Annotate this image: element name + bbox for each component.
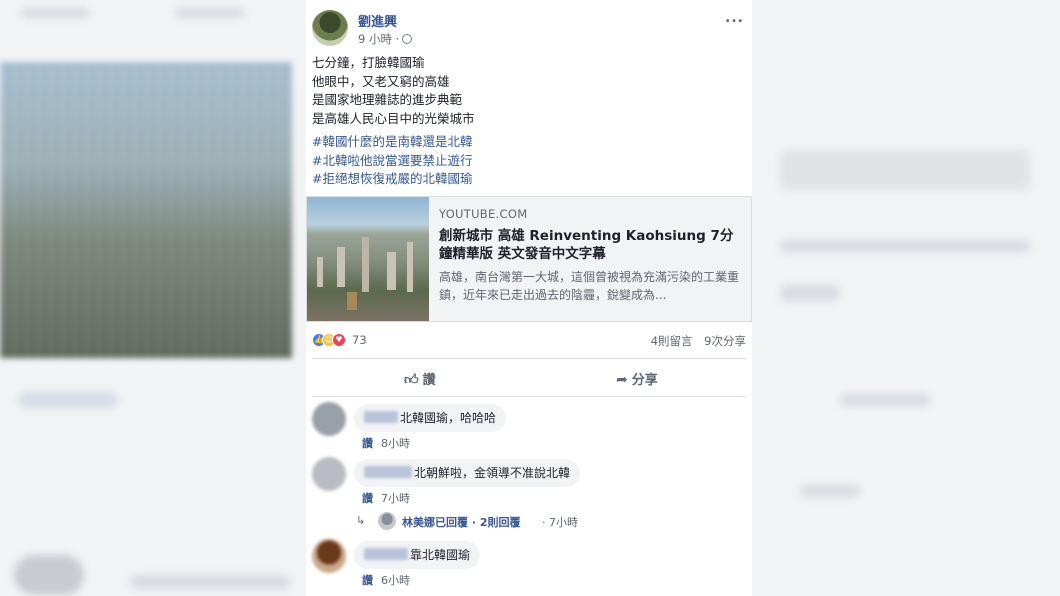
link-body: YOUTUBE.COM 創新城市 高雄 Reinventing Kaohsiun…	[439, 207, 745, 304]
blurred-bar	[20, 8, 90, 18]
comment-meta: 讚 6小時	[362, 572, 410, 588]
comment-bubble: 靠北韓國瑜	[354, 541, 481, 569]
divider	[312, 396, 746, 397]
reactions-bar: 👍 ☺ ♥ 73 4則留言 9次分享	[312, 330, 746, 350]
post-actions: 👍︎ 讚 ➦ 分享	[312, 363, 746, 393]
blurred-text	[840, 394, 930, 406]
commenter-avatar[interactable]	[312, 457, 346, 491]
thumbs-up-icon: 👍︎	[404, 372, 419, 388]
hashtag-link[interactable]: #韓國什麼的是南韓還是北韓	[312, 133, 732, 152]
blurred-text	[780, 240, 1030, 252]
share-count[interactable]: 9次分享	[704, 334, 746, 348]
post-line: 是高雄人民心目中的光榮城市	[312, 110, 475, 126]
comment-text: 北韓國瑜，哈哈哈	[400, 411, 497, 425]
facebook-post-card: 劉進興 9 小時 · ... 七分鐘，打臉韓國瑜 他眼中，又老又窮的高雄 是國家…	[306, 0, 752, 596]
blurred-text	[130, 575, 290, 589]
reply-time: · 7小時	[542, 516, 578, 529]
author-avatar[interactable]	[312, 10, 348, 46]
more-options-icon[interactable]: ...	[725, 10, 744, 26]
reply-summary-text[interactable]: 林美娜已回覆 · 2則回覆	[402, 514, 521, 530]
comment-like-link[interactable]: 讚	[362, 437, 373, 450]
share-button[interactable]: ➦ 分享	[616, 369, 658, 388]
share-button-label: 分享	[631, 373, 658, 388]
link-preview[interactable]: YOUTUBE.COM 創新城市 高雄 Reinventing Kaohsiun…	[306, 196, 752, 322]
comment-meta: 讚 8小時	[362, 435, 410, 451]
comment-like-link[interactable]: 讚	[362, 574, 373, 587]
link-title[interactable]: 創新城市 高雄 Reinventing Kaohsiung 7分鐘精華版 英文發…	[439, 227, 745, 263]
share-arrow-icon: ➦	[616, 372, 628, 388]
hashtag-list: #韓國什麼的是南韓還是北韓 #北韓啦他說當選要禁止遊行 #拒絕想恢復戒嚴的北韓國…	[312, 133, 732, 189]
comment-time[interactable]: 7小時	[381, 492, 410, 505]
redacted-commenter-name	[364, 411, 398, 423]
post-line: 他眼中，又老又窮的高雄	[312, 73, 450, 89]
author-name[interactable]: 劉進興	[358, 11, 397, 30]
comment-bubble: 北朝鮮啦，金領導不准說北韓	[354, 459, 581, 487]
commenter-avatar[interactable]	[312, 402, 346, 436]
comment-count[interactable]: 4則留言	[651, 334, 693, 348]
hashtag-link[interactable]: #拒絕想恢復戒嚴的北韓國瑜	[312, 170, 732, 189]
comment-meta: 讚 7小時	[362, 490, 410, 506]
hashtag-link[interactable]: #北韓啦他說當選要禁止遊行	[312, 152, 732, 171]
comment-bubble: 北韓國瑜，哈哈哈	[354, 404, 507, 432]
divider	[312, 358, 746, 359]
post-meta: 9 小時 ·	[358, 31, 413, 47]
reaction-count[interactable]: 73	[352, 333, 367, 347]
blurred-text	[780, 285, 840, 301]
like-button-label: 讚	[422, 373, 436, 388]
post-header: 劉進興 9 小時 · ...	[312, 8, 752, 48]
like-button[interactable]: 👍︎ 讚	[404, 369, 436, 388]
comment-like-link[interactable]: 讚	[362, 492, 373, 505]
love-reaction-icon[interactable]: ♥	[332, 333, 346, 347]
link-thumbnail[interactable]	[307, 197, 429, 321]
comment-time[interactable]: 6小時	[381, 574, 410, 587]
globe-icon	[402, 34, 413, 44]
redacted-commenter-name	[364, 548, 408, 560]
link-domain: YOUTUBE.COM	[439, 207, 528, 221]
link-description: 高雄，南台灣第一大城，這個曾被視為充滿污染的工業重鎮，近年來已走出過去的陰霾，銳…	[439, 270, 740, 302]
comment-time[interactable]: 8小時	[381, 437, 410, 450]
blurred-reactions	[18, 392, 118, 408]
commenter-avatar[interactable]	[312, 539, 346, 573]
replier-avatar	[378, 512, 396, 530]
comment-text: 北朝鮮啦，金領導不准說北韓	[414, 466, 571, 480]
engagement-counts: 4則留言 9次分享	[643, 333, 746, 349]
blurred-city-texture	[0, 62, 292, 358]
post-body: 七分鐘，打臉韓國瑜 他眼中，又老又窮的高雄 是國家地理雜誌的進步典範 是高雄人民…	[312, 54, 732, 128]
post-line: 七分鐘，打臉韓國瑜	[312, 55, 425, 70]
post-line: 是國家地理雜誌的進步典範	[312, 92, 463, 107]
blurred-avatar	[14, 555, 84, 595]
post-time[interactable]: 9 小時 ·	[358, 32, 399, 46]
redacted-commenter-name	[364, 466, 412, 478]
comment-text: 靠北韓國瑜	[410, 548, 471, 562]
blurred-bar	[175, 8, 245, 18]
blurred-text	[800, 485, 860, 497]
blurred-heading	[780, 150, 1030, 190]
reply-arrow-icon: ↳	[356, 514, 366, 527]
